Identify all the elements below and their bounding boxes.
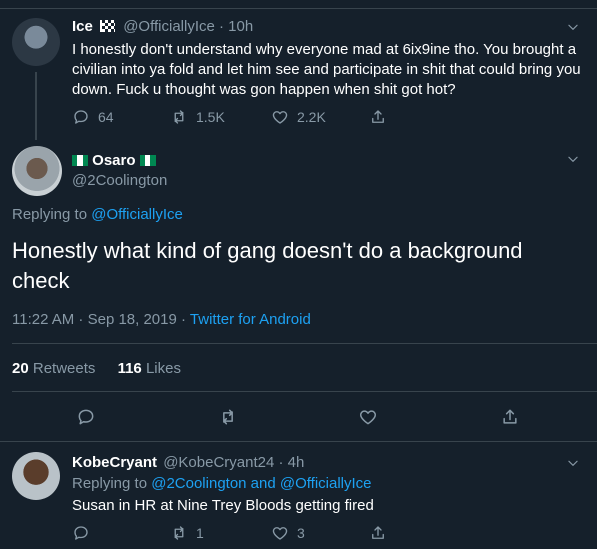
reply-icon: [78, 409, 94, 425]
heart-icon: [272, 111, 288, 124]
reply-icon: [74, 526, 88, 540]
tweet-header: Ice @OfficiallyIce · 10h: [72, 18, 253, 35]
author-name[interactable]: Osaro: [92, 152, 135, 169]
tweet-timestamp[interactable]: 11:22 AM · Sep 18, 2019 ·: [12, 311, 186, 328]
author-name[interactable]: Ice: [72, 18, 93, 35]
reply-count: 64: [98, 109, 114, 125]
nigeria-flag-icon: [139, 155, 156, 166]
share-icon: [372, 110, 384, 123]
tweet-text: I honestly don't understand why everyone…: [72, 41, 581, 98]
replying-to-label: Replying to: [12, 206, 88, 223]
avatar[interactable]: [12, 146, 62, 196]
avatar[interactable]: [12, 18, 60, 66]
retweet-icon: [174, 110, 184, 124]
retweet-icon: [223, 409, 233, 425]
tweet-divider: [0, 441, 597, 442]
retweets-stat[interactable]: 20 Retweets: [12, 360, 100, 377]
retweets-count: 20: [12, 360, 29, 377]
likes-label: Likes: [145, 360, 181, 377]
like-count: 2.2K: [297, 109, 326, 125]
replying-to-handles[interactable]: @2Coolington and @OfficiallyIce: [151, 475, 371, 492]
reply-icon: [74, 110, 88, 124]
like-button[interactable]: [358, 407, 378, 432]
likes-count: 116: [117, 360, 142, 377]
share-button[interactable]: [369, 108, 387, 126]
replying-to-handle[interactable]: @OfficiallyIce: [91, 206, 183, 223]
tweet-time[interactable]: · 4h: [278, 454, 304, 471]
stats-divider-bottom: [12, 391, 597, 392]
tweet-header: KobeCryant @KobeCryant24 · 4h: [72, 454, 304, 471]
retweet-button[interactable]: 1: [170, 524, 204, 542]
like-button[interactable]: 2.2K: [271, 108, 326, 126]
author-handle[interactable]: @KobeCryant24: [163, 454, 274, 471]
heart-icon: [359, 410, 377, 425]
thread-line: [35, 72, 37, 140]
avatar[interactable]: [12, 452, 60, 500]
replying-to-label: Replying to: [72, 475, 148, 492]
chevron-down-icon[interactable]: [566, 456, 580, 475]
author-handle[interactable]: @OfficiallyIce: [123, 18, 215, 35]
tweet-stats: 20 Retweets 116 Likes: [12, 360, 181, 377]
author-name-row: Osaro: [72, 152, 156, 169]
reply-button[interactable]: [76, 407, 96, 432]
likes-stat[interactable]: 116 Likes: [118, 360, 181, 377]
share-icon: [503, 409, 517, 424]
retweet-count: 1: [196, 525, 204, 541]
replying-to: Replying to @OfficiallyIce: [12, 206, 183, 223]
tweet-text: Honestly what kind of gang doesn't do a …: [12, 238, 523, 293]
chevron-down-icon[interactable]: [566, 20, 580, 39]
nigeria-flag-icon: [72, 155, 88, 166]
checkered-flag-icon: [100, 20, 116, 32]
like-button[interactable]: 3: [271, 524, 305, 542]
retweet-icon: [174, 526, 184, 540]
tweet-source[interactable]: Twitter for Android: [190, 311, 311, 328]
author-handle[interactable]: @2Coolington: [72, 172, 167, 189]
share-button[interactable]: [500, 407, 520, 432]
tweet-text: Susan in HR at Nine Trey Bloods getting …: [72, 497, 374, 514]
retweet-button[interactable]: [218, 407, 238, 432]
like-count: 3: [297, 525, 305, 541]
reply-button[interactable]: [72, 524, 90, 542]
share-icon: [372, 526, 384, 539]
tweet-meta: 11:22 AM · Sep 18, 2019 · Twitter for An…: [12, 311, 311, 328]
chevron-down-icon[interactable]: [566, 152, 580, 171]
retweet-count: 1.5K: [196, 109, 225, 125]
retweet-button[interactable]: 1.5K: [170, 108, 225, 126]
heart-icon: [272, 527, 288, 540]
top-divider: [0, 8, 597, 9]
tweet-time[interactable]: · 10h: [219, 18, 253, 35]
reply-button[interactable]: 64: [72, 108, 114, 126]
retweets-label: Retweets: [32, 360, 96, 377]
replying-to: Replying to @2Coolington and @Officially…: [72, 475, 372, 492]
share-button[interactable]: [369, 524, 387, 542]
author-name[interactable]: KobeCryant: [72, 454, 157, 471]
stats-divider-top: [12, 343, 597, 344]
